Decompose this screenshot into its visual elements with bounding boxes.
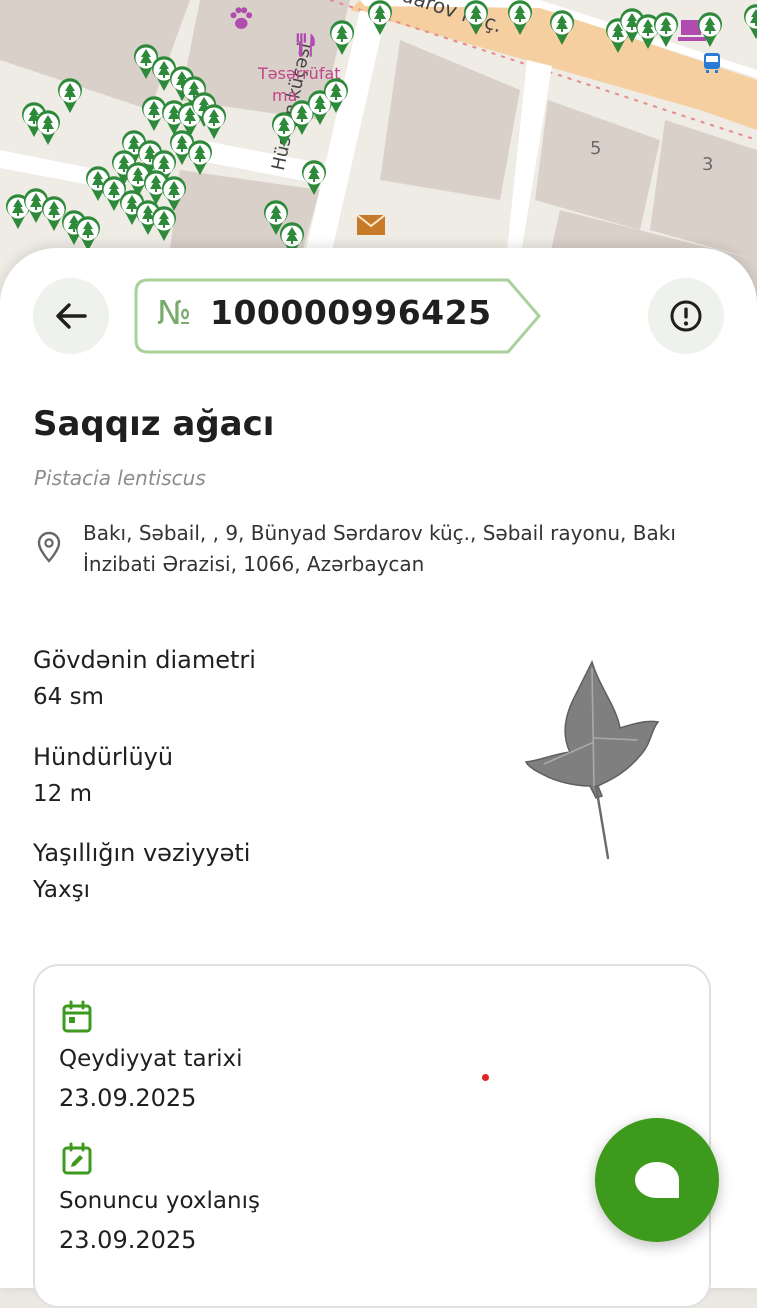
tree-marker-icon[interactable] (150, 206, 178, 242)
tree-number: 100000996425 (210, 293, 492, 332)
tree-marker-icon[interactable] (186, 140, 214, 176)
chat-bubble-icon (633, 1160, 681, 1200)
last-check-label: Sonuncu yoxlanış (59, 1188, 260, 1214)
tree-marker-icon[interactable] (742, 4, 757, 40)
alert-circle-icon (668, 298, 704, 334)
number-prefix: № (157, 293, 191, 332)
tree-number-tag: № 100000996425 (134, 278, 542, 354)
tree-marker-icon[interactable] (300, 160, 328, 196)
green-condition-value: Yaxşı (33, 877, 90, 903)
chat-button[interactable] (595, 1118, 719, 1242)
tree-marker-icon[interactable] (74, 216, 102, 252)
edit-calendar-icon (61, 1142, 93, 1176)
tree-marker-icon[interactable] (548, 10, 576, 46)
leaf-image (520, 658, 670, 868)
diameter-value: 64 sm (33, 684, 104, 710)
tree-marker-icon[interactable] (506, 0, 534, 36)
house-number-5: 5 (590, 138, 601, 159)
dates-card: Qeydiyyat tarixi 23.09.2025 Sonuncu yoxl… (33, 964, 711, 1308)
green-condition-label: Yaşıllığın vəziyyəti (33, 839, 250, 867)
tree-marker-icon[interactable] (696, 12, 724, 48)
location-pin-icon (36, 531, 62, 563)
tree-marker-icon[interactable] (56, 78, 84, 114)
tree-latin-name: Pistacia lentiscus (34, 466, 206, 490)
last-check-value: 23.09.2025 (59, 1226, 196, 1254)
tree-marker-icon[interactable] (34, 110, 62, 146)
tree-name: Saqqız ağacı (33, 404, 274, 444)
arrow-left-icon (51, 296, 91, 336)
diameter-label: Gövdənin diametri (33, 646, 256, 674)
red-dot (482, 1074, 489, 1081)
tree-address: Bakı, Səbail, , 9, Bünyad Sərdarov küç.,… (83, 518, 723, 580)
height-label: Hündürlüyü (33, 743, 173, 771)
back-button[interactable] (33, 278, 109, 354)
tree-marker-icon[interactable] (652, 12, 680, 48)
registration-date-value: 23.09.2025 (59, 1084, 196, 1112)
height-value: 12 m (33, 781, 92, 807)
tree-marker-icon[interactable] (200, 104, 228, 140)
tree-marker-icon[interactable] (366, 0, 394, 36)
tree-marker-icon[interactable] (328, 20, 356, 56)
registration-date-label: Qeydiyyat tarixi (59, 1046, 242, 1072)
tree-marker-icon[interactable] (322, 78, 350, 114)
calendar-icon (61, 1000, 93, 1034)
tree-marker-icon[interactable] (462, 0, 490, 36)
house-number-3: 3 (702, 154, 713, 175)
report-button[interactable] (648, 278, 724, 354)
